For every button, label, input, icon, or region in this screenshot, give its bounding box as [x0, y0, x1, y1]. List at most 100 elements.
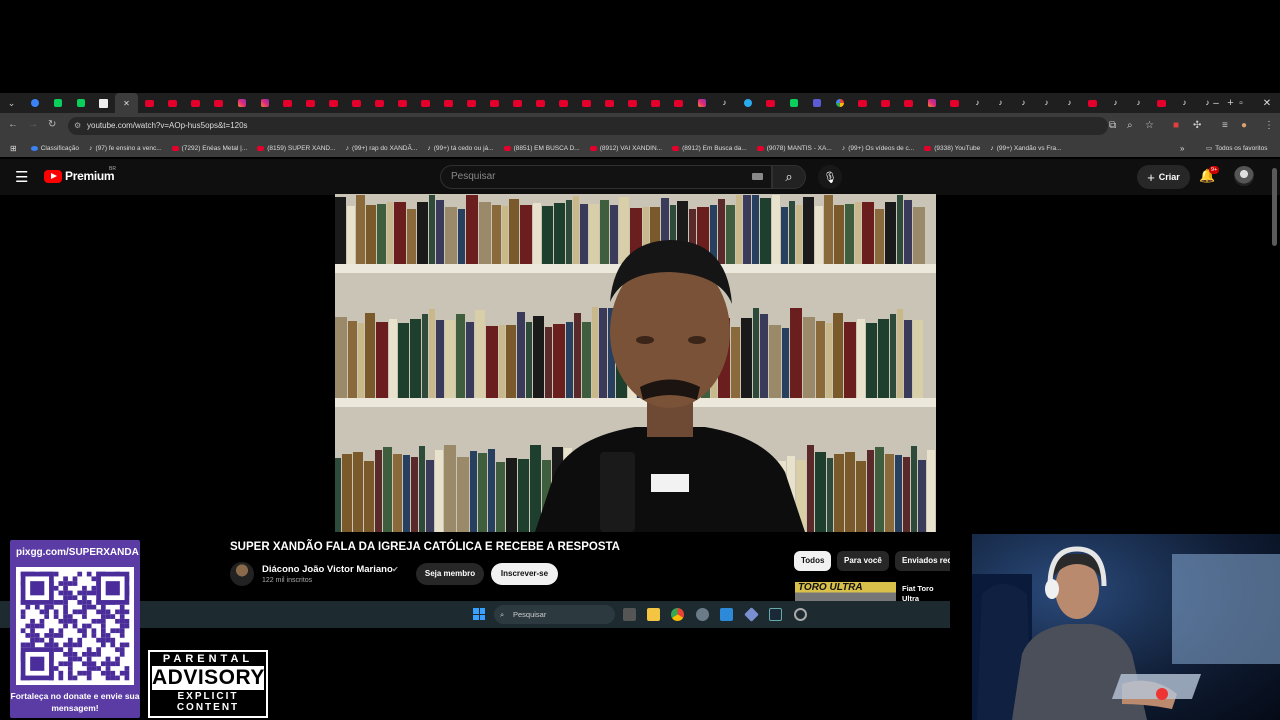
chip-enviados[interactable]: Enviados rec: [895, 551, 950, 571]
browser-tab[interactable]: [230, 93, 253, 113]
browser-tab[interactable]: [529, 93, 552, 113]
browser-tab[interactable]: [621, 93, 644, 113]
browser-tab[interactable]: ♪: [1012, 93, 1035, 113]
bookmark-item[interactable]: (8912) VAI XANDIN...: [589, 145, 662, 152]
bookmark-item[interactable]: (7292) Enéas Metal |...: [171, 145, 247, 152]
install-icon[interactable]: ⧉: [1109, 120, 1116, 131]
browser-tab[interactable]: [667, 93, 690, 113]
bookmark-item[interactable]: ♪ (99+) tá cedo ou já...: [427, 145, 493, 152]
browser-tab[interactable]: ♪: [966, 93, 989, 113]
bookmark-item[interactable]: ♪ (99+) Xandão vs Fra...: [990, 145, 1061, 152]
browser-tab[interactable]: [644, 93, 667, 113]
chip-para-voce[interactable]: Para você: [837, 551, 889, 571]
browser-tab[interactable]: [690, 93, 713, 113]
create-button[interactable]: + Criar: [1137, 165, 1190, 189]
browser-tab[interactable]: [575, 93, 598, 113]
browser-tab[interactable]: [552, 93, 575, 113]
windows-start-icon[interactable]: [473, 608, 485, 620]
browser-tab[interactable]: [1081, 93, 1104, 113]
all-bookmarks-folder[interactable]: ▭ Todos os favoritos: [1206, 144, 1268, 153]
browser-tab[interactable]: [897, 93, 920, 113]
ad-title[interactable]: Fiat Toro Ultra RAMPAGE o: [902, 584, 950, 602]
browser-tab[interactable]: [920, 93, 943, 113]
browser-tab[interactable]: [207, 93, 230, 113]
task-view-icon[interactable]: [623, 608, 636, 621]
close-window-button[interactable]: ✕: [1254, 93, 1280, 113]
browser-tab[interactable]: [506, 93, 529, 113]
browser-tab[interactable]: ♪: [1104, 93, 1127, 113]
browser-tab[interactable]: [322, 93, 345, 113]
app-diamond-icon[interactable]: [744, 607, 759, 622]
browser-tab[interactable]: [828, 93, 851, 113]
browser-tab[interactable]: [414, 93, 437, 113]
browser-tab[interactable]: [391, 93, 414, 113]
browser-tab[interactable]: [736, 93, 759, 113]
browser-tab[interactable]: [598, 93, 621, 113]
browser-tab[interactable]: [23, 93, 46, 113]
bookmark-item[interactable]: (8159) SUPER XAND...: [257, 145, 336, 152]
forward-icon[interactable]: →: [28, 119, 38, 130]
zoom-icon[interactable]: ⌕: [1127, 120, 1133, 131]
browser-tab[interactable]: [253, 93, 276, 113]
bookmark-item[interactable]: (8912) Em Busca da...: [672, 145, 747, 152]
browser-tab[interactable]: [69, 93, 92, 113]
chrome-icon[interactable]: [671, 608, 684, 621]
obs-icon[interactable]: [794, 608, 807, 621]
media-icon[interactable]: ≡: [1222, 120, 1228, 131]
browser-tab[interactable]: ⌄: [0, 93, 23, 113]
photos-icon[interactable]: [720, 608, 733, 621]
browser-tab[interactable]: [805, 93, 828, 113]
youtube-logo[interactable]: Premium: [44, 169, 115, 183]
browser-tab[interactable]: [368, 93, 391, 113]
menu-hamburger-icon[interactable]: ☰: [15, 168, 28, 186]
browser-tab[interactable]: [138, 93, 161, 113]
bookmark-item[interactable]: ♪ (99+) rap do XANDÃ...: [346, 145, 418, 152]
bookmark-item[interactable]: Classificação: [30, 145, 79, 152]
search-input[interactable]: Pesquisar: [440, 165, 772, 189]
browser-tab[interactable]: [437, 93, 460, 113]
bookmark-item[interactable]: (9078) MANTIS - XA...: [756, 145, 832, 152]
bookmark-item[interactable]: (9338) YouTube: [924, 145, 980, 152]
reload-icon[interactable]: ↻: [48, 119, 56, 130]
star-icon[interactable]: ☆: [1145, 120, 1154, 131]
browser-tab[interactable]: ♪: [1173, 93, 1196, 113]
browser-tab[interactable]: ♪: [1035, 93, 1058, 113]
back-icon[interactable]: ←: [8, 119, 18, 130]
account-avatar[interactable]: [1234, 166, 1254, 186]
maximize-button[interactable]: ▫: [1228, 93, 1254, 113]
chip-todos[interactable]: Todos: [794, 551, 832, 571]
browser-tab[interactable]: ♪: [713, 93, 736, 113]
browser-tab[interactable]: [483, 93, 506, 113]
profile-avatar[interactable]: ●: [1241, 120, 1247, 131]
browser-tab[interactable]: [276, 93, 299, 113]
ad-thumbnail[interactable]: TORO ULTRA: [795, 582, 896, 601]
browser-tab[interactable]: [782, 93, 805, 113]
extension-red-icon[interactable]: ■: [1173, 120, 1179, 131]
browser-tab[interactable]: ♪: [1058, 93, 1081, 113]
browser-tab[interactable]: ♪: [1127, 93, 1150, 113]
browser-tab[interactable]: [345, 93, 368, 113]
browser-tab[interactable]: [1150, 93, 1173, 113]
video-player[interactable]: [335, 194, 936, 532]
subscribe-button[interactable]: Inscrever-se: [491, 563, 558, 585]
file-explorer-icon[interactable]: [647, 608, 660, 621]
settings-icon[interactable]: [696, 608, 709, 621]
bookmark-item[interactable]: ♪ (99+) Os vídeos de c...: [842, 145, 914, 152]
bookmark-item[interactable]: ♪ (97) fe ensino a venc...: [89, 145, 162, 152]
browser-tab[interactable]: ♪: [989, 93, 1012, 113]
browser-tab[interactable]: [184, 93, 207, 113]
browser-tab[interactable]: [851, 93, 874, 113]
apps-grid-icon[interactable]: ⊞: [10, 144, 17, 153]
browser-tab[interactable]: [874, 93, 897, 113]
browser-tab[interactable]: [92, 93, 115, 113]
browser-tab[interactable]: ✕: [115, 93, 138, 113]
browser-tab[interactable]: [943, 93, 966, 113]
channel-avatar[interactable]: [230, 562, 254, 586]
more-bookmarks-icon[interactable]: »: [1180, 144, 1184, 153]
page-scrollbar[interactable]: [1272, 168, 1277, 246]
channel-name[interactable]: Diácono João Victor Mariano: [262, 564, 393, 575]
voice-search-button[interactable]: 🎙: [818, 165, 842, 189]
steam-icon[interactable]: [769, 608, 782, 621]
browser-tab[interactable]: [460, 93, 483, 113]
bookmark-item[interactable]: (8851) EM BUSCA D...: [503, 145, 580, 152]
